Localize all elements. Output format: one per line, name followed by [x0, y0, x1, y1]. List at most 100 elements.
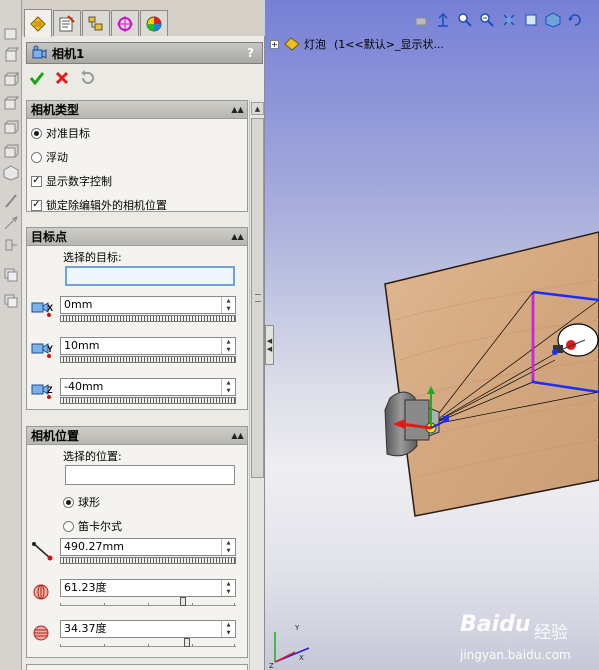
scroll-thumb[interactable]	[251, 118, 264, 478]
target-x-input[interactable]: 0mm ▲ ▼	[60, 296, 236, 314]
target-z-spinner[interactable]: ▲ ▼	[221, 379, 235, 395]
aim-at-target-option[interactable]: 对准目标	[31, 125, 90, 141]
zoom-to-area-icon[interactable]	[478, 10, 496, 30]
distance-spinner[interactable]: ▲ ▼	[221, 539, 235, 555]
view-right-icon[interactable]	[2, 70, 20, 88]
target-point-header[interactable]: 目标点 ▲▲	[27, 228, 247, 246]
view-back-icon[interactable]	[2, 94, 20, 112]
camera-icon	[32, 45, 47, 59]
cancel-button[interactable]	[53, 69, 71, 87]
target-x-spinner[interactable]: ▲ ▼	[221, 297, 235, 313]
view-bottom-icon[interactable]	[2, 142, 20, 160]
ok-button[interactable]	[28, 69, 46, 87]
target-x-thumbwheel[interactable]	[60, 315, 236, 322]
camera-type-header[interactable]: 相机类型 ▲▲	[27, 101, 247, 119]
target-x-icon: X	[31, 302, 53, 317]
feature-tree-node[interactable]: + 灯泡 (1<<默认>_显示状...	[270, 36, 444, 52]
view-front-icon[interactable]	[2, 46, 20, 64]
lock-camera-position-checkbox[interactable]: ✓	[31, 199, 42, 211]
collapse-chevron-icon[interactable]: ▲▲	[231, 429, 244, 442]
angle2-input[interactable]: 34.37度 ▲ ▼	[60, 620, 236, 638]
angle2-value: 34.37度	[64, 622, 107, 635]
distance-thumbwheel[interactable]	[60, 557, 236, 564]
angle2-row: 34.37度 ▲ ▼	[27, 620, 249, 654]
show-numeric-controls-label: 显示数字控制	[46, 175, 112, 188]
tab-property-manager[interactable]	[53, 10, 81, 36]
copy-icon[interactable]	[2, 292, 20, 310]
angle2-slider-thumb[interactable]	[183, 638, 190, 647]
help-button[interactable]: ?	[247, 46, 254, 60]
target-y-row: Y 10mm ▲ ▼	[27, 337, 249, 371]
floating-option[interactable]: 浮动	[31, 149, 68, 165]
angle1-slider-thumb[interactable]	[180, 597, 187, 606]
watermark-cn: 经验	[534, 623, 568, 643]
selected-target-label: 选择的目标:	[63, 251, 122, 264]
target-z-thumbwheel[interactable]	[60, 397, 236, 404]
target-z-input[interactable]: -40mm ▲ ▼	[60, 378, 236, 396]
rotate-view-icon[interactable]	[566, 10, 584, 30]
angle1-input[interactable]: 61.23度 ▲ ▼	[60, 579, 236, 597]
spherical-option[interactable]: 球形	[63, 494, 100, 510]
expand-toggle[interactable]: +	[270, 39, 279, 49]
zoom-to-fit-icon[interactable]	[456, 10, 474, 30]
distance-input[interactable]: 490.27mm ▲ ▼	[60, 538, 236, 556]
cartesian-radio[interactable]	[63, 520, 74, 532]
floating-radio[interactable]	[31, 151, 42, 163]
section-view-icon[interactable]	[500, 10, 518, 30]
target-icon	[117, 15, 133, 32]
collapse-chevron-icon[interactable]: ▲▲	[231, 103, 244, 116]
smart-dimension-icon[interactable]	[2, 214, 20, 232]
distance-value: 490.27mm	[64, 540, 124, 553]
watermark-url: jingyan.baidu.com	[460, 648, 571, 662]
relations-icon[interactable]	[2, 236, 20, 254]
target-y-input[interactable]: 10mm ▲ ▼	[60, 337, 236, 355]
sketch-icon[interactable]	[2, 192, 20, 210]
tab-feature-manager[interactable]	[24, 9, 52, 37]
target-y-thumbwheel[interactable]	[60, 356, 236, 363]
selected-position-box[interactable]	[65, 465, 235, 485]
lock-camera-position-option[interactable]: ✓ 锁定除编辑外的相机位置	[31, 197, 167, 213]
target-x-value: 0mm	[64, 298, 93, 311]
selected-target-box[interactable]	[65, 266, 235, 286]
view-top-icon[interactable]	[2, 24, 20, 42]
tab-configuration-manager[interactable]	[82, 10, 110, 36]
layers-icon[interactable]	[2, 266, 20, 284]
tab-dimxpert-manager[interactable]	[111, 10, 139, 36]
scroll-up-arrow[interactable]: ▲	[251, 102, 264, 115]
svg-text:Z: Z	[269, 662, 274, 670]
left-vertical-toolbar	[0, 0, 22, 670]
view-orientation-icon[interactable]	[522, 10, 540, 30]
svg-text:X: X	[299, 654, 304, 662]
angle1-spinner[interactable]: ▲ ▼	[221, 580, 235, 596]
manager-tabs	[22, 0, 265, 37]
collapse-chevron-icon[interactable]: ▲▲	[231, 230, 244, 243]
target-y-spinner[interactable]: ▲ ▼	[221, 338, 235, 354]
target-y-value: 10mm	[64, 339, 100, 352]
tab-display-manager[interactable]	[140, 10, 168, 36]
svg-text:Y: Y	[294, 624, 300, 632]
show-numeric-controls-option[interactable]: ✓ 显示数字控制	[31, 173, 112, 189]
cartesian-option[interactable]: 笛卡尔式	[63, 518, 122, 534]
camera-position-header[interactable]: 相机位置 ▲▲	[27, 427, 247, 445]
undo-button[interactable]	[78, 69, 96, 87]
display-style-icon[interactable]	[544, 10, 562, 30]
aim-at-target-radio[interactable]	[31, 127, 42, 139]
previous-view-icon[interactable]	[412, 10, 430, 30]
3d-scene[interactable]: Y Z X	[265, 0, 599, 670]
angle2-spinner[interactable]: ▲ ▼	[221, 621, 235, 637]
camera-position-title: 相机位置	[31, 429, 80, 443]
camera-type-group: 相机类型 ▲▲ 对准目标 浮动 ✓ 显示数字控制 ✓ 锁定除编辑外的相机位置	[26, 100, 248, 212]
angle1-slider[interactable]	[60, 597, 236, 606]
view-isometric-icon[interactable]	[2, 164, 20, 182]
spherical-radio[interactable]	[63, 496, 74, 508]
svg-text:Y: Y	[47, 344, 53, 354]
angle2-slider[interactable]	[60, 638, 236, 647]
show-numeric-controls-checkbox[interactable]: ✓	[31, 175, 42, 187]
panel-scrollbar[interactable]: ▲	[249, 100, 264, 670]
orient-arrow-icon[interactable]	[434, 10, 452, 30]
angle1-row: 61.23度 ▲ ▼	[27, 579, 249, 613]
reference-triad: Y Z X	[269, 624, 310, 670]
property-manager-title: 相机1	[52, 46, 85, 61]
panel-collapse-tab[interactable]: ◀ ◀	[265, 325, 274, 365]
view-left-icon[interactable]	[2, 118, 20, 136]
